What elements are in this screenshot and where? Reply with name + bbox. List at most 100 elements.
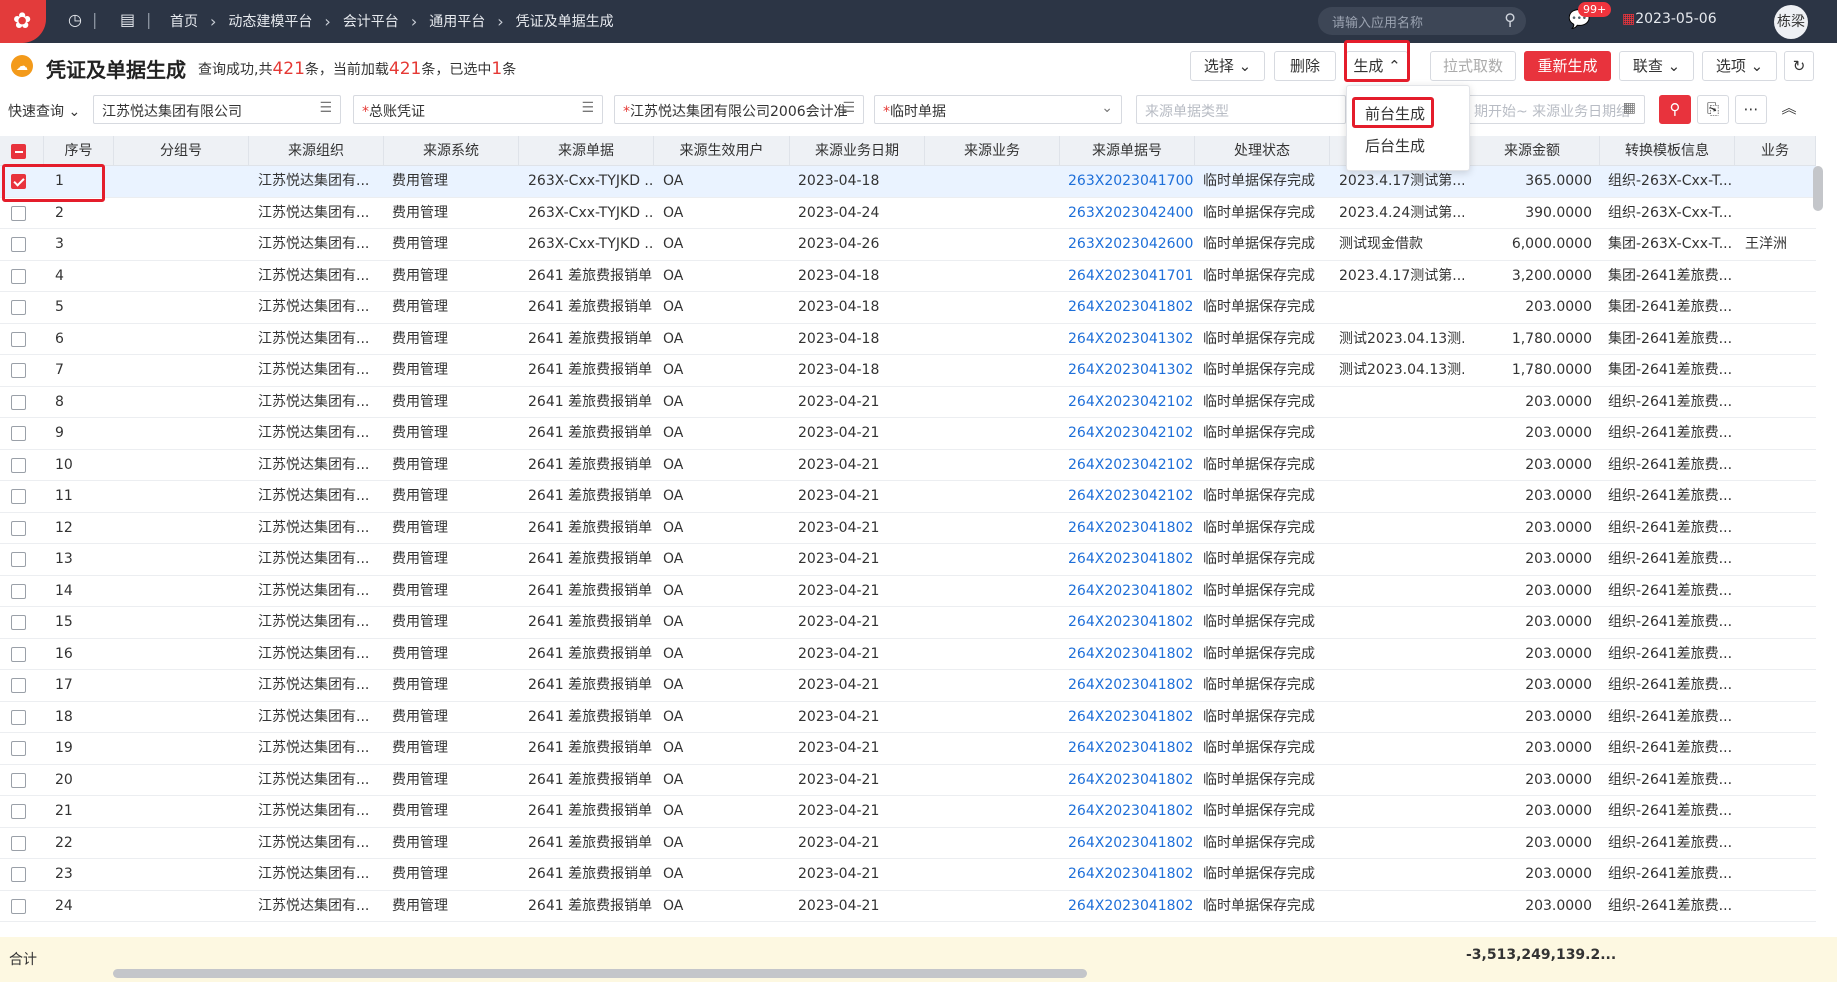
- table-row[interactable]: 13 江苏悦达集团有... 费用管理 2641 差旅费报销单 OA 2023-04-21 2…: [0, 544, 1816, 576]
- row-checkbox[interactable]: [11, 804, 26, 819]
- table-row[interactable]: 19 江苏悦达集团有... 费用管理 2641 差旅费报销单 OA 2023-04-21 2…: [0, 733, 1816, 765]
- table-row[interactable]: 17 江苏悦达集团有... 费用管理 2641 差旅费报销单 OA 2023-04-21 2…: [0, 670, 1816, 702]
- table-row[interactable]: 15 江苏悦达集团有... 费用管理 2641 差旅费报销单 OA 2023-04-21 2…: [0, 607, 1816, 639]
- more-button[interactable]: ⋯: [1735, 95, 1767, 124]
- cell-no[interactable]: 264X2023042102​29: [1068, 387, 1193, 418]
- search-button[interactable]: ⚲: [1659, 95, 1691, 124]
- document-icon[interactable]: ▤: [120, 10, 135, 29]
- cell-no[interactable]: 264X2023041802​37: [1068, 576, 1193, 607]
- search-icon[interactable]: ⚲: [1504, 10, 1516, 29]
- table-row[interactable]: 24 江苏悦达集团有... 费用管理 2641 差旅费报销单 OA 2023-04-21 2…: [0, 891, 1816, 922]
- calendar-icon[interactable]: ▦: [1623, 100, 1636, 116]
- row-checkbox[interactable]: [11, 646, 26, 662]
- row-checkbox[interactable]: [11, 300, 26, 315]
- row-checkbox[interactable]: [11, 678, 26, 693]
- column-header[interactable]: 分组号: [114, 136, 249, 166]
- generate-button[interactable]: 生成 ⌃: [1346, 51, 1408, 81]
- collapse-button[interactable]: ︽: [1773, 95, 1805, 124]
- cell-no[interactable]: 264X2023041802​57: [1068, 891, 1193, 922]
- column-header[interactable]: 处理状态: [1195, 136, 1330, 166]
- options-button[interactable]: 选项 ⌄: [1702, 51, 1777, 81]
- table-row[interactable]: 12 江苏悦达集团有... 费用管理 2641 差旅费报销单 OA 2023-04-21 2…: [0, 513, 1816, 544]
- cell-no[interactable]: 264X2023041802​33: [1068, 513, 1193, 544]
- table-row[interactable]: 7 江苏悦达集团有... 费用管理 2641 差旅费报销单 OA 2023-04-18 26…: [0, 355, 1816, 387]
- column-header[interactable]: 来源单据号: [1060, 136, 1195, 166]
- horizontal-scrollbar[interactable]: [113, 969, 1087, 978]
- refresh-button[interactable]: ↻: [1784, 51, 1814, 81]
- cell-no[interactable]: 264X2023041802​40: [1068, 796, 1193, 827]
- cell-no[interactable]: 264X2023041802​35: [1068, 607, 1193, 638]
- delete-button[interactable]: 删除: [1274, 51, 1336, 81]
- regenerate-button[interactable]: 重新生成: [1524, 51, 1611, 81]
- row-checkbox[interactable]: [11, 583, 26, 599]
- voucher-field[interactable]: *总账凭证 ☰: [353, 95, 603, 124]
- select-all-checkbox[interactable]: [11, 144, 26, 159]
- link-query-button[interactable]: 联查 ⌄: [1619, 51, 1694, 81]
- column-header[interactable]: 来源组织: [249, 136, 384, 166]
- table-row[interactable]: 23 江苏悦达集团有... 费用管理 2641 差旅费报销单 OA 2023-04-21 2…: [0, 859, 1816, 891]
- table-row[interactable]: 8 江苏悦达集团有... 费用管理 2641 差旅费报销单 OA 2023-04-21 26…: [0, 387, 1816, 418]
- table-row[interactable]: 9 江苏悦达集团有... 费用管理 2641 差旅费报销单 OA 2023-04-21 26…: [0, 418, 1816, 450]
- cell-no[interactable]: 264X2023041302​07: [1068, 324, 1193, 355]
- row-checkbox[interactable]: [11, 520, 26, 536]
- cell-no[interactable]: 264X2023042102​32: [1068, 481, 1193, 512]
- column-header[interactable]: 来源金额: [1465, 136, 1600, 166]
- table-row[interactable]: 6 江苏悦达集团有... 费用管理 2641 差旅费报销单 OA 2023-04-18 26…: [0, 324, 1816, 355]
- cell-no[interactable]: 264X20230417019​7: [1068, 261, 1193, 292]
- cell-no[interactable]: 264X2023042102​30: [1068, 418, 1193, 449]
- table-row[interactable]: 11 江苏悦达集团有... 费用管理 2641 差旅费报销单 OA 2023-04-21 2…: [0, 481, 1816, 513]
- row-checkbox[interactable]: [11, 489, 26, 504]
- source-doc-type-field[interactable]: 来源单据类型: [1136, 95, 1346, 124]
- table-row[interactable]: 2 江苏悦达集团有... 费用管理 263X-Cxx-TYJKD ... OA 2023-…: [0, 198, 1816, 229]
- history-icon[interactable]: ◷: [68, 10, 82, 29]
- row-checkbox[interactable]: [11, 174, 26, 189]
- cell-no[interactable]: 263X2023042600...: [1068, 229, 1193, 260]
- accounting-book-field[interactable]: *江苏悦达集团有限公司2006会计准 ☰: [614, 95, 864, 124]
- row-checkbox[interactable]: [11, 741, 26, 756]
- table-row[interactable]: 14 江苏悦达集团有... 费用管理 2641 差旅费报销单 OA 2023-04-21 2…: [0, 576, 1816, 607]
- row-checkbox[interactable]: [11, 268, 26, 284]
- cell-no[interactable]: 264X2023042102​31: [1068, 450, 1193, 481]
- table-row[interactable]: 5 江苏悦达集团有... 费用管理 2641 差旅费报销单 OA 2023-04-18 26…: [0, 292, 1816, 324]
- breadcrumb-item[interactable]: 会计平台: [343, 11, 399, 31]
- row-checkbox[interactable]: [11, 363, 26, 378]
- row-checkbox[interactable]: [11, 331, 26, 347]
- table-row[interactable]: 3 江苏悦达集团有... 费用管理 263X-Cxx-TYJKD ... OA 2023-…: [0, 229, 1816, 261]
- row-checkbox[interactable]: [11, 237, 26, 252]
- cell-no[interactable]: 264X2023041802​42: [1068, 733, 1193, 764]
- cell-no[interactable]: 264X2023041802​36: [1068, 639, 1193, 670]
- user-avatar[interactable]: 栋梁: [1774, 5, 1808, 39]
- column-header[interactable]: 来源生效用户: [654, 136, 790, 166]
- cell-no[interactable]: 264X2023041802​34: [1068, 544, 1193, 575]
- breadcrumb-item[interactable]: 首页: [170, 11, 198, 31]
- menu-item-back-generate[interactable]: 后台生成: [1365, 135, 1425, 156]
- row-checkbox[interactable]: [11, 709, 26, 725]
- list-icon[interactable]: ☰: [319, 100, 332, 116]
- quick-query-dropdown[interactable]: 快速查询 ⌄: [8, 101, 80, 121]
- table-row[interactable]: 18 江苏悦达集团有... 费用管理 2641 差旅费报销单 OA 2023-04-21 2…: [0, 702, 1816, 733]
- table-row[interactable]: 20 江苏悦达集团有... 费用管理 2641 差旅费报销单 OA 2023-04-21 2…: [0, 765, 1816, 796]
- row-checkbox[interactable]: [11, 772, 26, 788]
- row-checkbox[interactable]: [11, 867, 26, 882]
- org-field[interactable]: 江苏悦达集团有限公司 ☰: [93, 95, 341, 124]
- column-header[interactable]: 来源单据: [519, 136, 654, 166]
- breadcrumb-item[interactable]: 动态建模平台: [228, 11, 312, 31]
- table-row[interactable]: 22 江苏悦达集团有... 费用管理 2641 差旅费报销单 OA 2023-04-21 2…: [0, 828, 1816, 859]
- row-checkbox[interactable]: [11, 898, 26, 914]
- table-row[interactable]: 1 江苏悦达集团有... 费用管理 263X-Cxx-TYJKD ... OA 2023-…: [0, 166, 1816, 198]
- cell-no[interactable]: 264X2023041802​39: [1068, 702, 1193, 733]
- table-row[interactable]: 21 江苏悦达集团有... 费用管理 2641 差旅费报销单 OA 2023-04-21 2…: [0, 796, 1816, 828]
- cell-no[interactable]: 264X2023041802​06: [1068, 292, 1193, 323]
- advanced-filter-button[interactable]: ⎘: [1697, 95, 1729, 124]
- list-icon[interactable]: ☰: [581, 100, 594, 116]
- cell-no[interactable]: 264X2023041802​41: [1068, 765, 1193, 796]
- vertical-scrollbar[interactable]: [1813, 166, 1823, 211]
- column-header[interactable]: 转换模板信息: [1600, 136, 1735, 166]
- cell-no[interactable]: 264X2023041802​38: [1068, 670, 1193, 701]
- calendar-date[interactable]: ▦2023-05-06: [1622, 11, 1717, 27]
- app-search-input[interactable]: 请输入应用名称 ⚲: [1318, 7, 1526, 35]
- row-checkbox[interactable]: [11, 394, 26, 410]
- table-row[interactable]: 10 江苏悦达集团有... 费用管理 2641 差旅费报销单 OA 2023-04-21 2…: [0, 450, 1816, 481]
- breadcrumb-item[interactable]: 通用平台: [429, 11, 485, 31]
- menu-item-front-generate[interactable]: 前台生成: [1365, 103, 1425, 124]
